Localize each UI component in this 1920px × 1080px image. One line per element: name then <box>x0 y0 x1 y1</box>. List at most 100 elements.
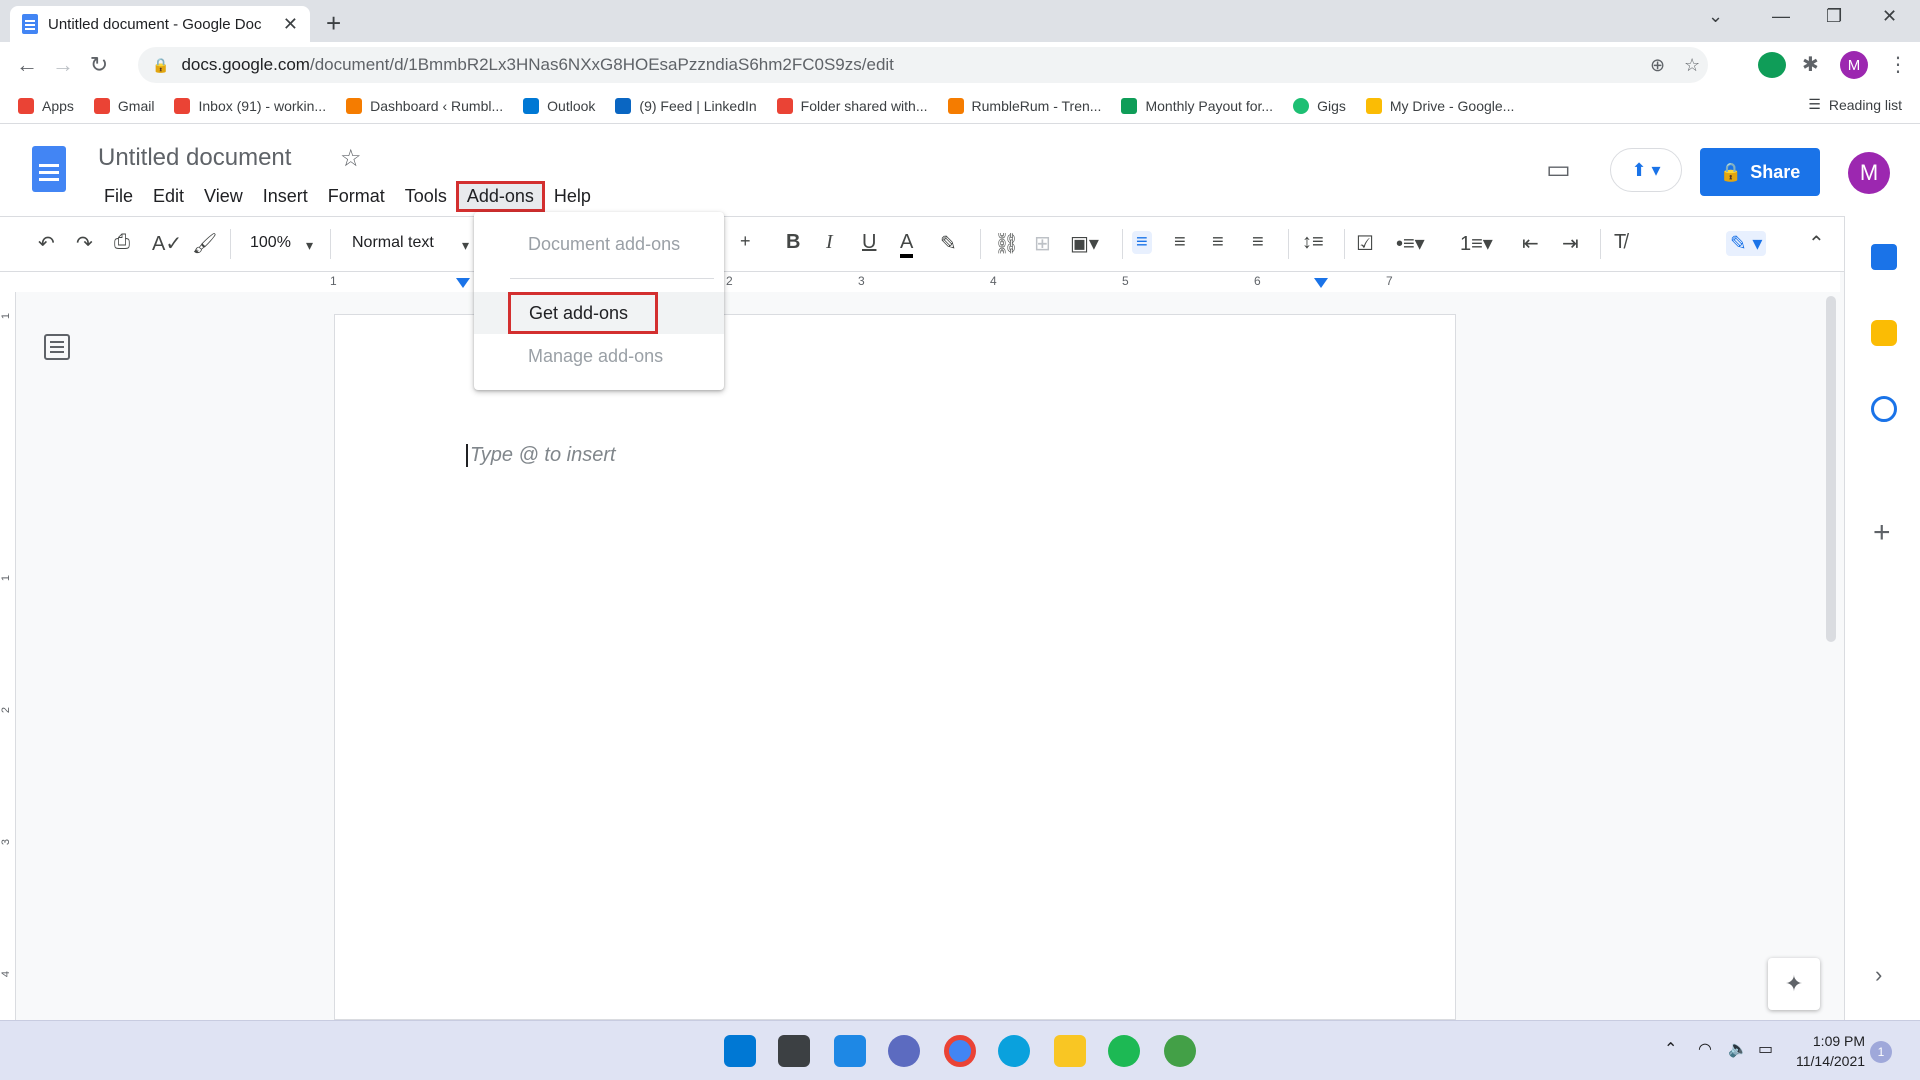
close-window-icon[interactable]: ✕ <box>1882 6 1897 27</box>
expand-panel-chevron-icon[interactable]: › <box>1875 962 1882 988</box>
checklist-icon[interactable]: ☑ <box>1356 231 1374 256</box>
profile-avatar[interactable]: M <box>1840 51 1868 79</box>
menu-addons[interactable]: Add-ons <box>455 181 545 212</box>
tasks-icon[interactable] <box>1871 396 1897 422</box>
add-comment-icon[interactable]: ⊞ <box>1034 231 1051 256</box>
left-indent-marker-icon[interactable] <box>456 278 470 288</box>
spellcheck-icon[interactable]: A✓ <box>152 231 182 256</box>
file-explorer-icon[interactable] <box>1054 1035 1086 1067</box>
zoom-chevron-down-icon[interactable]: ▾ <box>306 237 313 254</box>
editing-mode-icon[interactable]: ✎ ▾ <box>1726 231 1767 256</box>
style-select[interactable]: Normal text <box>352 234 434 252</box>
right-indent-marker-icon[interactable] <box>1314 278 1328 288</box>
decrease-indent-icon[interactable]: ⇤ <box>1522 231 1539 256</box>
align-center-icon[interactable]: ≡ <box>1174 231 1186 254</box>
keep-icon[interactable] <box>1871 320 1897 346</box>
bookmark-rumblerum[interactable]: RumbleRum - Tren... <box>947 97 1101 114</box>
tab-search-icon[interactable]: ⌄ <box>1708 6 1723 27</box>
new-tab-icon[interactable]: + <box>326 8 341 39</box>
extensions-icon[interactable]: ✱ <box>1802 52 1819 77</box>
redo-icon[interactable]: ↷ <box>76 231 93 256</box>
present-button[interactable]: ⬆ ▾ <box>1610 148 1682 192</box>
document-title[interactable]: Untitled document <box>98 144 291 172</box>
windows-start-icon[interactable] <box>724 1035 756 1067</box>
explore-button[interactable]: ✦ <box>1768 958 1820 1010</box>
insert-image-icon[interactable]: ▣▾ <box>1070 231 1099 256</box>
bookmark-outlook[interactable]: Outlook <box>523 97 595 114</box>
show-hidden-icons-chevron-up-icon[interactable]: ⌃ <box>1664 1039 1677 1059</box>
clear-formatting-icon[interactable]: T̸ <box>1614 231 1626 254</box>
menu-item-document-addons[interactable]: Document add-ons <box>528 234 680 255</box>
teams-chat-icon[interactable] <box>888 1035 920 1067</box>
undo-icon[interactable]: ↶ <box>38 231 55 256</box>
underline-icon[interactable]: U <box>862 231 876 254</box>
reload-icon[interactable]: ↻ <box>84 52 114 78</box>
align-left-icon[interactable]: ≡ <box>1132 231 1152 254</box>
wifi-icon[interactable]: ◠ <box>1698 1039 1712 1059</box>
menu-view[interactable]: View <box>196 184 251 209</box>
bookmark-gmail[interactable]: Gmail <box>93 97 154 114</box>
close-tab-icon[interactable]: ✕ <box>283 14 298 35</box>
bookmark-apps[interactable]: Apps <box>18 97 74 114</box>
zoom-icon[interactable]: ⊕ <box>1650 55 1665 76</box>
browser-tab[interactable]: Untitled document - Google Doc ✕ <box>10 6 310 42</box>
print-icon[interactable]: ⎙ <box>114 231 130 254</box>
chrome-menu-icon[interactable]: ⋮ <box>1888 52 1908 77</box>
increase-indent-icon[interactable]: ⇥ <box>1562 231 1579 256</box>
menu-insert[interactable]: Insert <box>255 184 316 209</box>
bookmark-linkedin[interactable]: (9) Feed | LinkedIn <box>615 97 757 114</box>
hide-menus-chevron-up-icon[interactable]: ⌃ <box>1808 231 1825 256</box>
paint-format-icon[interactable]: 🖌 <box>192 231 217 256</box>
document-page[interactable] <box>334 314 1456 1020</box>
address-bar[interactable]: 🔒 docs.google.com/document/d/1BmmbR2Lx3H… <box>138 47 1708 83</box>
bookmark-gigs[interactable]: Gigs <box>1293 97 1346 114</box>
menu-item-get-addons[interactable]: Get add-ons <box>508 292 658 334</box>
lock-icon[interactable]: 🔒 <box>152 57 169 74</box>
bookmark-dashboard[interactable]: Dashboard ‹ Rumbl... <box>346 97 503 114</box>
bookmark-monthly-payout[interactable]: Monthly Payout for... <box>1121 97 1273 114</box>
docs-logo-icon[interactable] <box>32 146 66 192</box>
calendar-icon[interactable] <box>1871 244 1897 270</box>
menu-edit[interactable]: Edit <box>145 184 192 209</box>
minimize-icon[interactable]: — <box>1772 6 1790 27</box>
battery-icon[interactable]: ▭ <box>1758 1039 1773 1059</box>
comment-history-icon[interactable]: ▭ <box>1546 154 1571 185</box>
justify-icon[interactable]: ≡ <box>1252 231 1264 254</box>
task-view-icon[interactable] <box>778 1035 810 1067</box>
chrome-icon[interactable] <box>944 1035 976 1067</box>
add-addon-icon[interactable]: + <box>1873 516 1891 550</box>
utorrent-icon[interactable] <box>1164 1035 1196 1067</box>
restore-icon[interactable]: ❐ <box>1826 6 1842 27</box>
star-icon[interactable]: ☆ <box>340 144 362 173</box>
line-spacing-icon[interactable]: ↕≡ <box>1302 231 1324 254</box>
back-icon[interactable]: ← <box>12 52 42 78</box>
vertical-scrollbar[interactable] <box>1826 296 1836 642</box>
share-button[interactable]: 🔒 Share <box>1700 148 1820 196</box>
bookmark-star-icon[interactable]: ☆ <box>1684 55 1700 76</box>
align-right-icon[interactable]: ≡ <box>1212 231 1224 254</box>
highlight-color-icon[interactable]: ✎ <box>940 231 957 256</box>
bold-icon[interactable]: B <box>786 231 800 254</box>
increase-font-size-icon[interactable]: + <box>740 231 751 252</box>
text-color-icon[interactable]: A <box>900 231 914 258</box>
grammarly-extension-icon[interactable] <box>1758 52 1786 78</box>
reading-list[interactable]: ☰ Reading list <box>1808 96 1902 113</box>
italic-icon[interactable]: I <box>826 231 833 254</box>
insert-link-icon[interactable]: ⛓ <box>994 231 1019 256</box>
numbered-list-icon[interactable]: 1≡▾ <box>1460 231 1493 256</box>
edge-icon[interactable] <box>998 1035 1030 1067</box>
account-avatar[interactable]: M <box>1848 152 1890 194</box>
style-chevron-down-icon[interactable]: ▾ <box>462 237 469 254</box>
volume-icon[interactable]: 🔈 <box>1728 1039 1748 1059</box>
document-outline-icon[interactable] <box>44 334 70 360</box>
spotify-icon[interactable] <box>1108 1035 1140 1067</box>
notification-badge[interactable]: 1 <box>1870 1041 1892 1063</box>
menu-item-manage-addons[interactable]: Manage add-ons <box>528 346 663 367</box>
bookmark-folder-shared[interactable]: Folder shared with... <box>776 97 928 114</box>
zoom-select[interactable]: 100% <box>250 234 291 252</box>
menu-tools[interactable]: Tools <box>397 184 455 209</box>
bookmark-my-drive[interactable]: My Drive - Google... <box>1365 97 1514 114</box>
document-placeholder[interactable]: Type @ to insert <box>466 444 616 467</box>
menu-format[interactable]: Format <box>320 184 393 209</box>
system-clock[interactable]: 1:09 PM 11/14/2021 <box>1796 1031 1865 1071</box>
